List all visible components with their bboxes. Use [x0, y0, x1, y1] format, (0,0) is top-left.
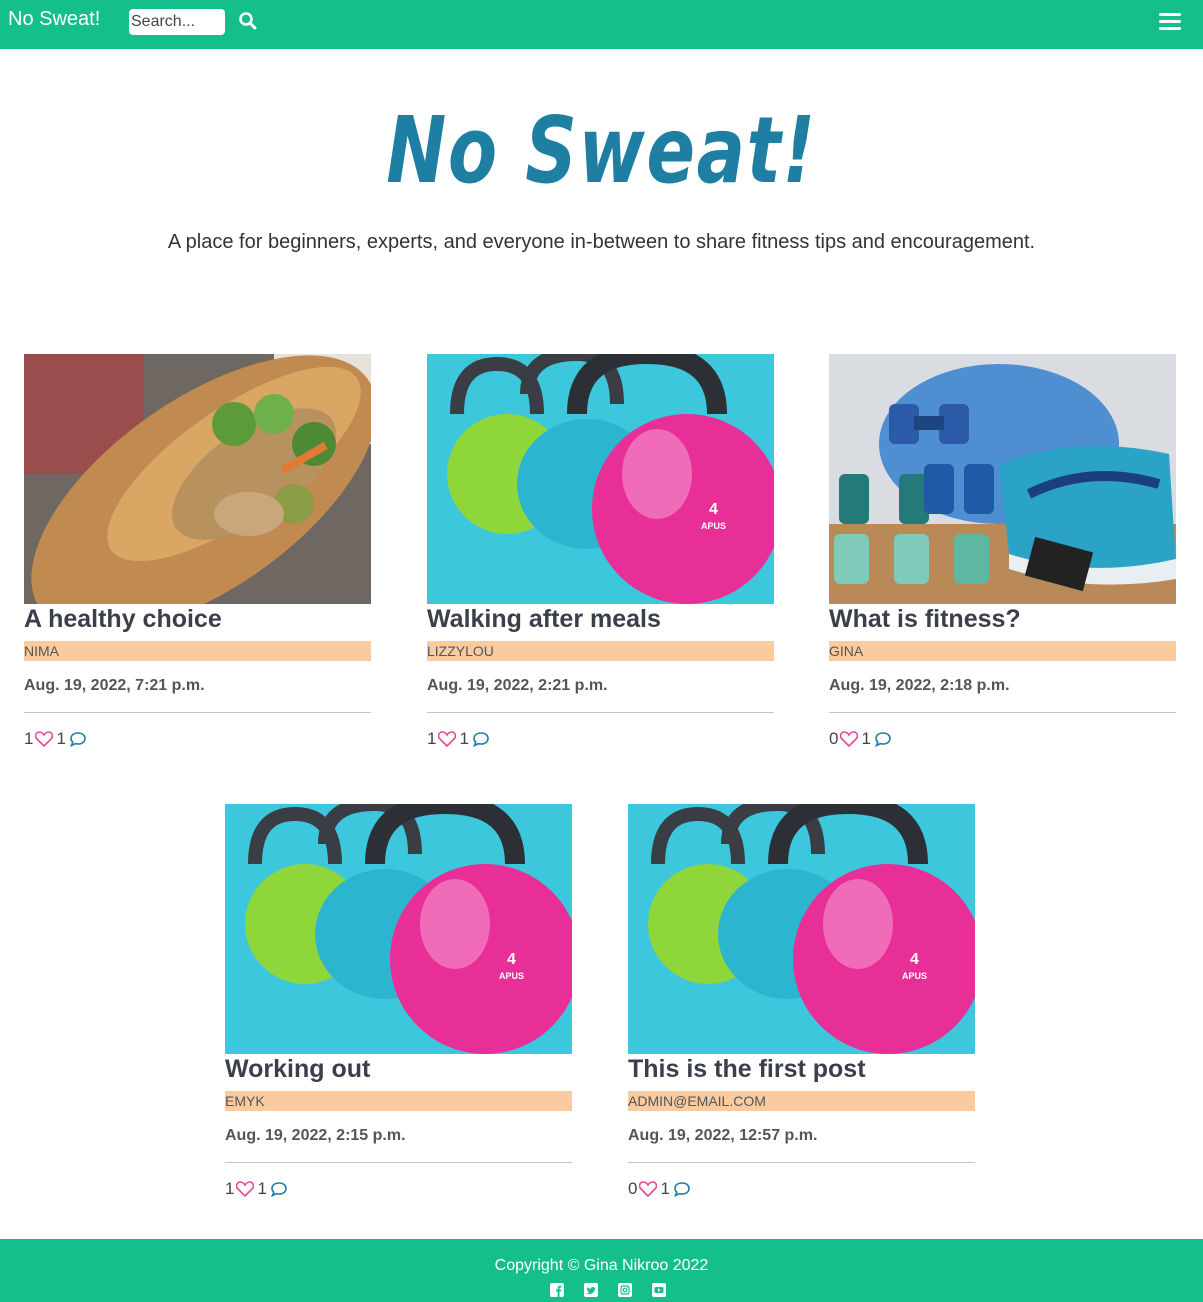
- youtube-icon[interactable]: [652, 1283, 666, 1297]
- comment-icon[interactable]: [472, 731, 490, 747]
- post-title[interactable]: Working out: [225, 1055, 572, 1084]
- post-title[interactable]: This is the first post: [628, 1055, 975, 1084]
- post-stats: 1 1: [427, 728, 490, 750]
- post-stats: 0 1: [628, 1178, 691, 1200]
- post-card[interactable]: A healthy choice NIMA Aug. 19, 2022, 7:2…: [24, 354, 371, 754]
- like-count: 1: [24, 729, 34, 748]
- divider: [427, 712, 774, 713]
- post-card[interactable]: 4 APUS Working out EMYK Aug. 19, 2022, 2…: [225, 804, 572, 1204]
- post-title[interactable]: A healthy choice: [24, 605, 371, 634]
- hero-title: No Sweat!: [386, 97, 817, 204]
- navbar: No Sweat!: [0, 0, 1203, 49]
- like-count: 0: [628, 1179, 638, 1198]
- post-image-kettlebells[interactable]: 4 APUS: [427, 354, 774, 604]
- like-count: 0: [829, 729, 839, 748]
- post-date: Aug. 19, 2022, 7:21 p.m.: [24, 677, 205, 694]
- post-author-badge: EMYK: [225, 1091, 572, 1111]
- svg-text:4: 4: [910, 951, 919, 968]
- post-stats: 1 1: [225, 1178, 288, 1200]
- post-image-kettlebells[interactable]: 4 APUS: [225, 804, 572, 1054]
- search-icon[interactable]: [238, 11, 260, 33]
- svg-text:4: 4: [507, 951, 516, 968]
- heart-icon[interactable]: [639, 1181, 658, 1197]
- svg-text:APUS: APUS: [701, 521, 726, 531]
- like-count: 1: [427, 729, 437, 748]
- heart-icon[interactable]: [236, 1181, 255, 1197]
- divider: [628, 1162, 975, 1163]
- post-date: Aug. 19, 2022, 2:21 p.m.: [427, 677, 608, 694]
- post-date: Aug. 19, 2022, 2:18 p.m.: [829, 677, 1010, 694]
- divider: [829, 712, 1176, 713]
- post-image-sandwich[interactable]: [24, 354, 371, 604]
- svg-text:APUS: APUS: [499, 971, 524, 981]
- twitter-icon[interactable]: [584, 1283, 598, 1297]
- comment-count: 1: [56, 729, 66, 748]
- facebook-icon[interactable]: [550, 1283, 564, 1297]
- comment-icon[interactable]: [874, 731, 892, 747]
- heart-icon[interactable]: [840, 731, 859, 747]
- comment-icon[interactable]: [69, 731, 87, 747]
- post-author-badge: NIMA: [24, 641, 371, 661]
- svg-text:4: 4: [709, 501, 718, 518]
- post-card[interactable]: 4 APUS Walking after meals LIZZYLOU Aug.…: [427, 354, 774, 754]
- footer: Copyright © Gina Nikroo 2022: [0, 1239, 1203, 1302]
- post-author-badge: ADMIN@EMAIL.COM: [628, 1091, 975, 1111]
- post-author-badge: GINA: [829, 641, 1176, 661]
- hamburger-menu-icon[interactable]: [1159, 13, 1181, 33]
- comment-count: 1: [660, 1179, 670, 1198]
- heart-icon[interactable]: [35, 731, 54, 747]
- search-input[interactable]: [129, 9, 225, 35]
- like-count: 1: [225, 1179, 235, 1198]
- comment-icon[interactable]: [673, 1181, 691, 1197]
- post-image-kettlebells[interactable]: 4 APUS: [628, 804, 975, 1054]
- comment-icon[interactable]: [270, 1181, 288, 1197]
- post-title[interactable]: What is fitness?: [829, 605, 1176, 634]
- divider: [24, 712, 371, 713]
- brand-link[interactable]: No Sweat!: [8, 8, 100, 31]
- post-author-badge: LIZZYLOU: [427, 641, 774, 661]
- post-stats: 0 1: [829, 728, 892, 750]
- post-title[interactable]: Walking after meals: [427, 605, 774, 634]
- divider: [225, 1162, 572, 1163]
- post-image-dumbbells-shoe[interactable]: [829, 354, 1176, 604]
- post-card[interactable]: 4 APUS This is the first post ADMIN@EMAI…: [628, 804, 975, 1204]
- tagline: A place for beginners, experts, and ever…: [167, 231, 1036, 253]
- post-date: Aug. 19, 2022, 12:57 p.m.: [628, 1127, 818, 1144]
- comment-count: 1: [861, 729, 871, 748]
- copyright-text: Copyright © Gina Nikroo 2022: [494, 1257, 709, 1274]
- comment-count: 1: [459, 729, 469, 748]
- instagram-icon[interactable]: [618, 1283, 632, 1297]
- post-date: Aug. 19, 2022, 2:15 p.m.: [225, 1127, 406, 1144]
- svg-text:APUS: APUS: [902, 971, 927, 981]
- post-card[interactable]: What is fitness? GINA Aug. 19, 2022, 2:1…: [829, 354, 1176, 754]
- comment-count: 1: [257, 1179, 267, 1198]
- heart-icon[interactable]: [438, 731, 457, 747]
- post-stats: 1 1: [24, 728, 87, 750]
